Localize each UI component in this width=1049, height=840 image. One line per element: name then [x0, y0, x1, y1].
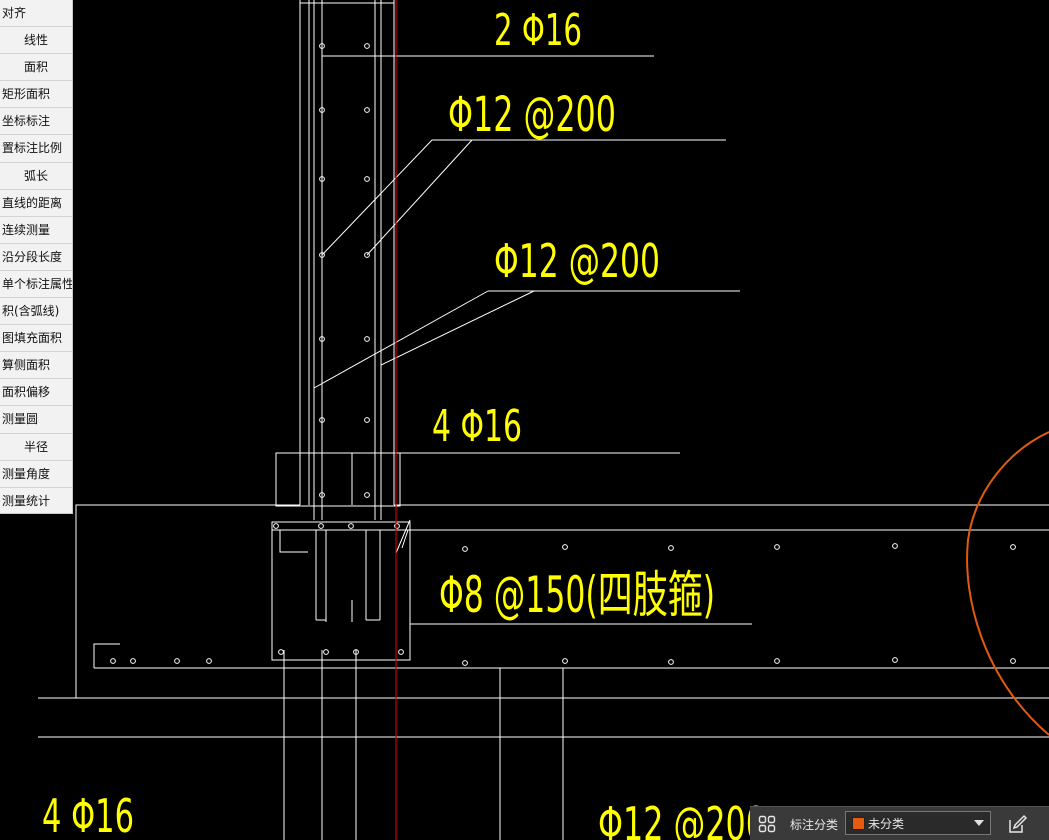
menu-item[interactable]: 积(含弧线): [0, 298, 72, 326]
category-color-swatch: [852, 817, 865, 830]
menu-item[interactable]: 坐标标注: [0, 108, 72, 136]
menu-item[interactable]: 置标注比例: [0, 135, 72, 163]
label-column-bars: 4 Φ16: [432, 401, 522, 452]
menu-item[interactable]: 算侧面积: [0, 352, 72, 380]
chevron-down-icon: [974, 820, 984, 826]
category-dropdown[interactable]: 未分类: [845, 811, 991, 835]
menu-item[interactable]: 对齐: [0, 0, 72, 28]
menu-item[interactable]: 测量角度: [0, 461, 72, 488]
menu-item[interactable]: 半径: [0, 434, 72, 461]
category-value: 未分类: [868, 817, 905, 831]
grid-icon[interactable]: [758, 815, 776, 833]
label-beam-stirrup: Φ8 @150(四肢箍): [439, 566, 715, 624]
label-top-bars: 2 Φ16: [494, 5, 582, 56]
label-stirrup-middle: Φ12 @200: [494, 234, 660, 288]
menu-item[interactable]: 线性: [0, 27, 72, 55]
menu-item[interactable]: 连续测量: [0, 217, 72, 244]
menu-item[interactable]: 测量圆: [0, 406, 72, 434]
edit-icon[interactable]: [1006, 813, 1028, 835]
label-stirrup-upper: Φ12 @200: [448, 87, 616, 143]
menu-item[interactable]: 弧长: [0, 163, 72, 190]
menu-item[interactable]: 面积偏移: [0, 379, 72, 407]
menu-item[interactable]: 图填充面积: [0, 325, 72, 353]
label-bottom-right: Φ12 @200: [598, 797, 766, 840]
menu-item[interactable]: 矩形面积: [0, 81, 72, 109]
menu-item[interactable]: 单个标注属性: [0, 271, 72, 299]
cad-drawing-canvas[interactable]: 2 Φ16 Φ12 @200 Φ12 @200 4 Φ16 Φ8 @150(四肢…: [0, 0, 1049, 840]
category-label: 标注分类: [790, 818, 839, 832]
menu-item[interactable]: 直线的距离: [0, 190, 72, 217]
annotation-statusbar: 标注分类 未分类: [750, 806, 1049, 840]
measure-context-menu: 对齐 线性 面积 矩形面积 坐标标注 置标注比例 弧长 直线的距离 连续测量 沿分段长度 单个标注属…: [0, 0, 73, 514]
menu-item[interactable]: 沿分段长度: [0, 244, 72, 271]
menu-item[interactable]: 面积: [0, 54, 72, 82]
revision-cloud-arc: [966, 431, 1049, 736]
menu-item[interactable]: 测量统计: [0, 488, 72, 513]
label-bottom-left: 4 Φ16: [42, 789, 134, 840]
